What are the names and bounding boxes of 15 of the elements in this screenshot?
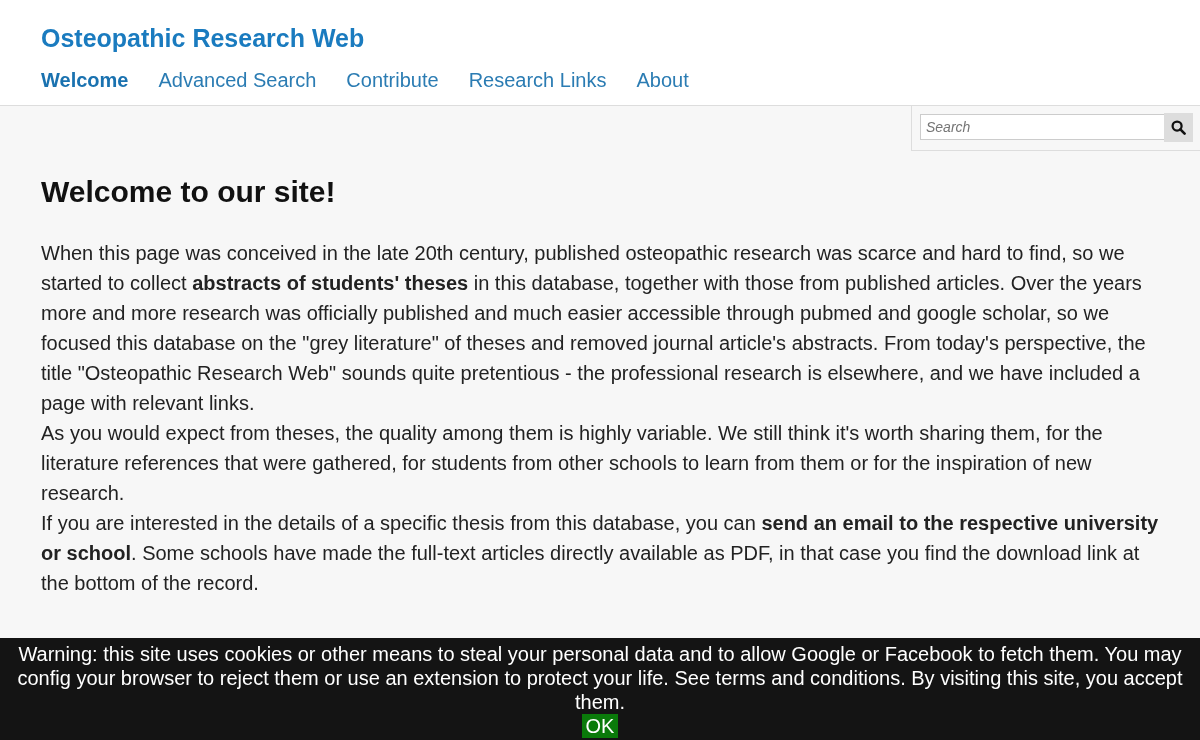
nav-link[interactable]: Welcome	[41, 69, 129, 92]
cookie-warning: Warning: this site uses cookies or other means to steal your personal data and to allow Google or Facebook to fetch them. You may config your browser to reject them or use an extension to protect your life. See terms and conditions. By visiting this site, you accept them.	[16, 642, 1184, 714]
search-icon	[1171, 120, 1186, 135]
site-title[interactable]: Osteopathic Research Web	[41, 24, 365, 53]
nav-link[interactable]: About	[636, 69, 689, 92]
search-button[interactable]	[1164, 113, 1193, 142]
nav-link[interactable]: Advanced Search	[158, 69, 317, 92]
paragraph: When this page was conceived in the late 20th century, published osteopathic research was scarce and hard to find, so we started to collect abstracts of students' theses in this database, together with those from published articles. Over the years more and more research was officially published and much easier accessible through pubmed and google scholar, so we focused this database on the "grey literature" of theses and removed journal article's abstracts. From today's perspective, the title "Osteopathic Research Web" sounds quite pretentious - the professional research is elsewhere, and we have included a page with relevant links.	[41, 241, 1147, 416]
page-heading: Welcome to our site!	[41, 174, 336, 210]
paragraph: If you are interested in the details of a specific thesis from this database, you can send an email to the respective university or school. Some schools have made the full-text articles directly available as PDF, in that case you find the download link at the bottom of the record.	[41, 511, 1159, 596]
search-field[interactable]: Search	[920, 114, 1164, 140]
ok-button[interactable]: OK	[581, 714, 619, 738]
nav-link[interactable]: Research Links	[468, 69, 607, 92]
paragraph: As you would expect from theses, the quality among them is highly variable. We still think it's worth sharing them, for the literature references that were gathered, for students from other schools to learn from them or for the inspiration of new research.	[41, 421, 1104, 506]
nav-link[interactable]: Contribute	[346, 69, 439, 92]
